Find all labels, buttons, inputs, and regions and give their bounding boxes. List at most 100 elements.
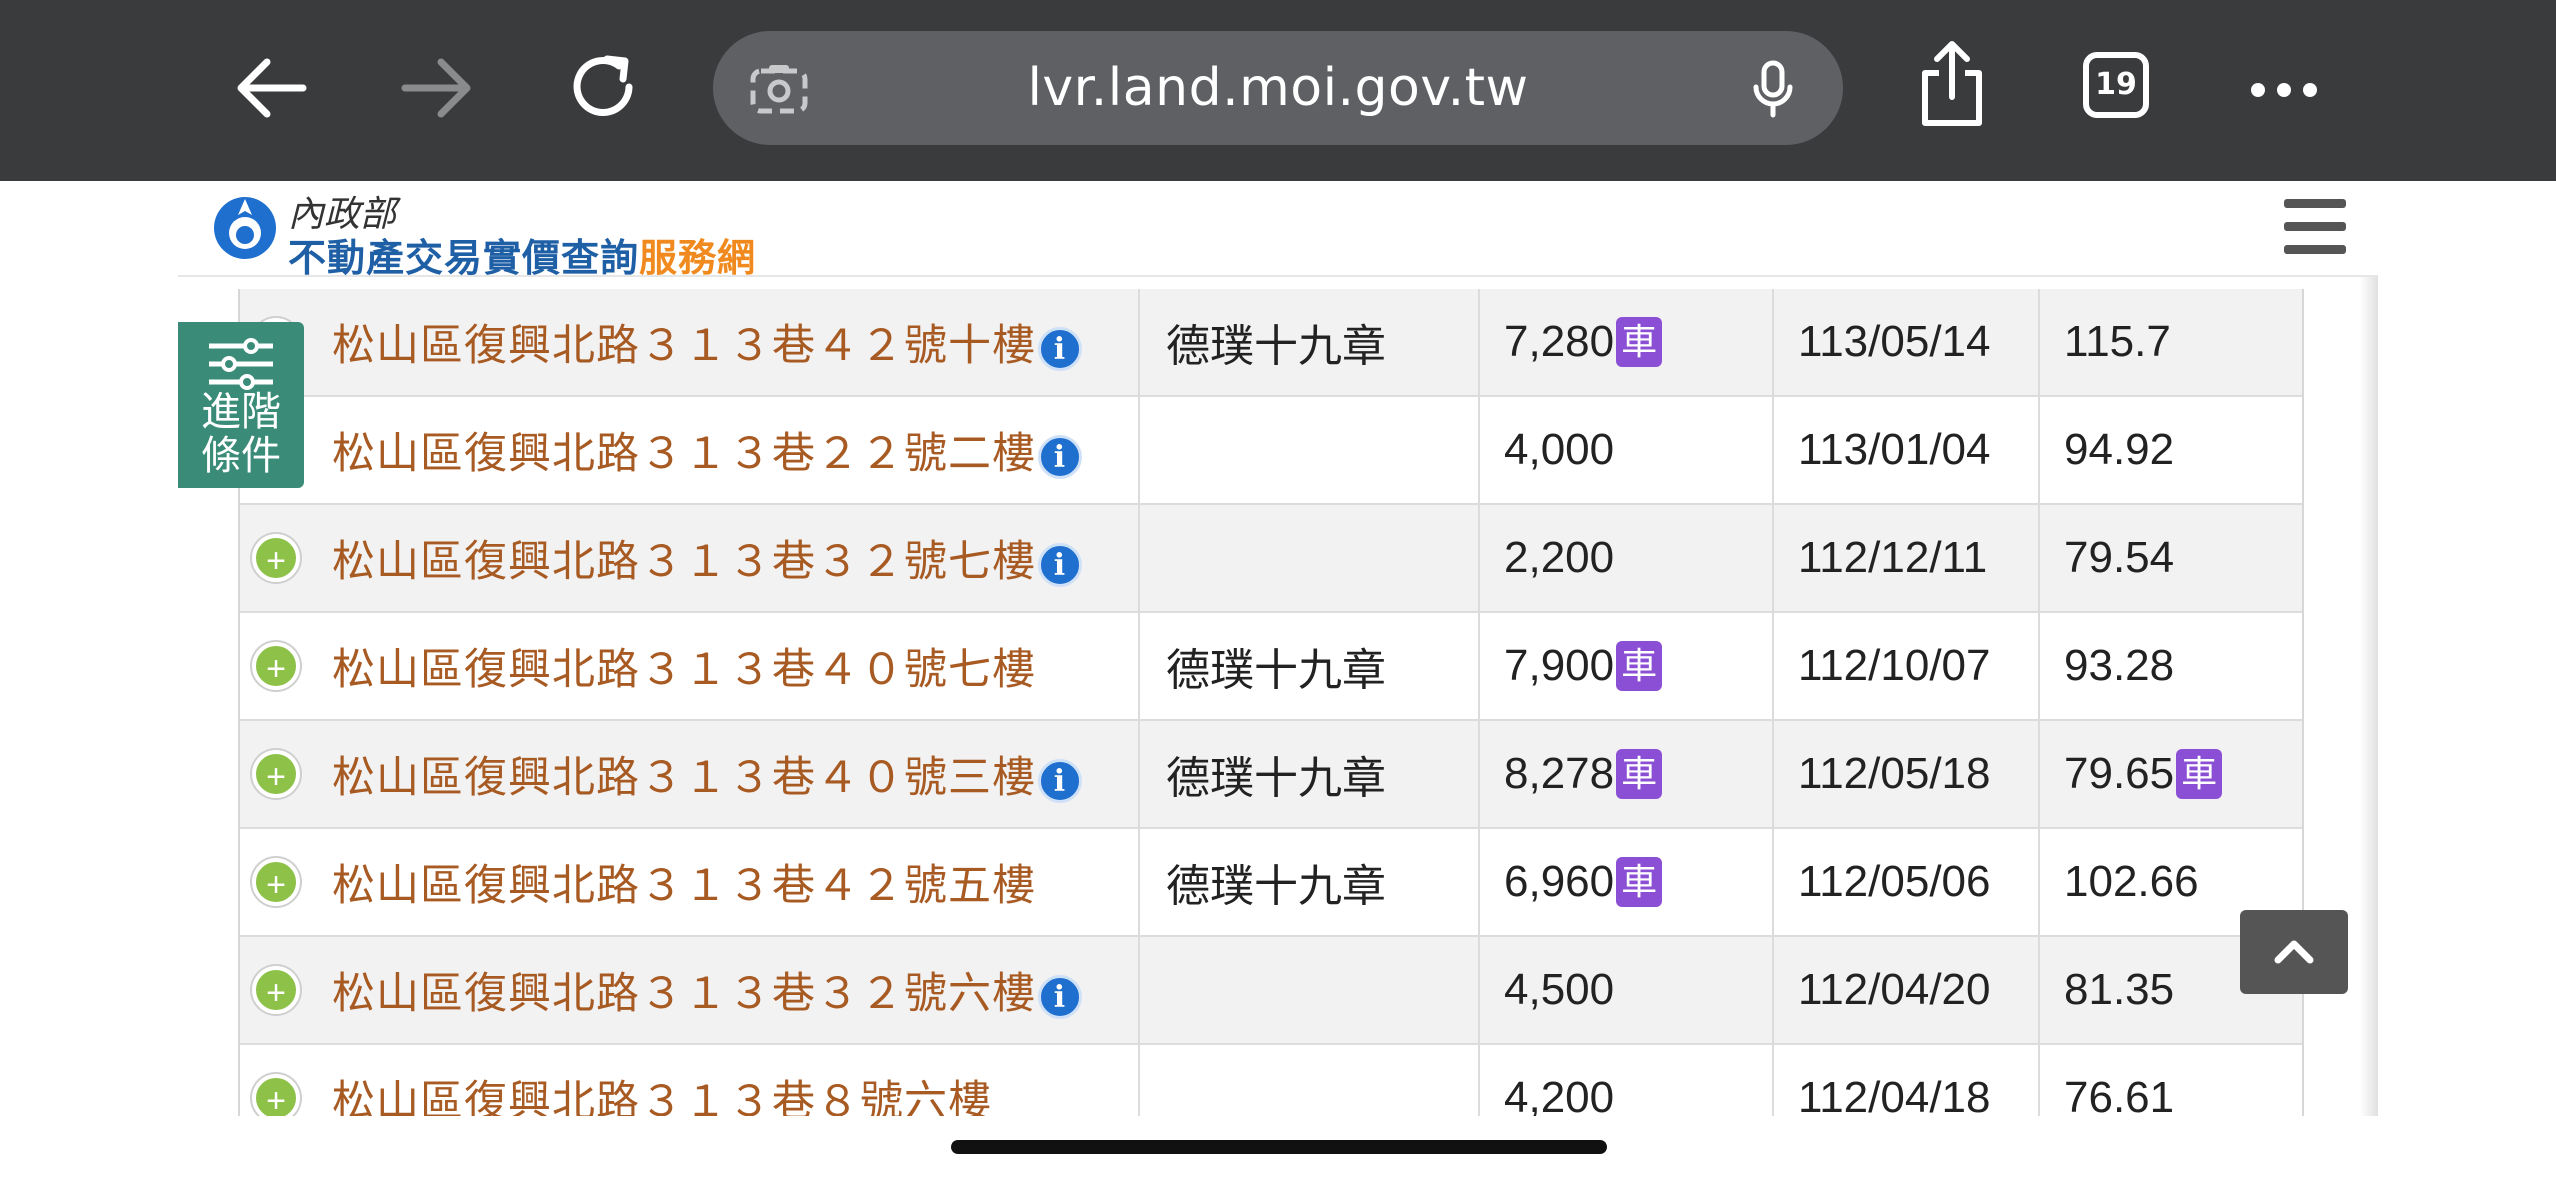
advanced-filter-button[interactable]: 進階 條件	[178, 322, 304, 488]
address-text[interactable]: 松山區復興北路３１３巷４２號十樓	[332, 322, 1036, 370]
transaction-date: 112/12/11	[1798, 533, 1988, 582]
reload-icon[interactable]	[562, 46, 644, 128]
hamburger-menu-icon[interactable]	[2284, 199, 2346, 255]
price-cell: 8,278 車	[1480, 721, 1774, 827]
date-cell: 112/04/18	[1774, 1045, 2040, 1116]
area-cell: 93.28	[2040, 613, 2302, 719]
address-link[interactable]: 松山區復興北路３１３巷８號六樓	[332, 1067, 992, 1116]
total-price: 8,278	[1504, 749, 1615, 798]
address-text[interactable]: 松山區復興北路３１３巷８號六樓	[332, 1078, 992, 1116]
ministry-logo-icon[interactable]	[212, 195, 278, 266]
community-name: 德璞十九章	[1166, 322, 1386, 371]
info-icon[interactable]: i	[1038, 434, 1082, 479]
address-text[interactable]: 松山區復興北路３１３巷４２號五樓	[332, 862, 1036, 910]
floor-area: 81.35	[2064, 965, 2175, 1014]
area-cell: 79.65 車	[2040, 721, 2302, 827]
floor-area: 79.54	[2064, 533, 2175, 582]
transaction-date: 112/10/07	[1798, 641, 1991, 690]
url-text[interactable]: lvr.land.moi.gov.tw	[713, 31, 1843, 145]
address-text[interactable]: 松山區復興北路３１３巷４０號七樓	[332, 646, 1036, 694]
table-row: + 松山區復興北路３１３巷８號六樓 4,200 112/04/18 76.61	[240, 1045, 2302, 1116]
transaction-date: 112/05/18	[1798, 749, 1991, 798]
floor-area: 76.61	[2064, 1073, 2175, 1116]
price-cell: 2,200	[1480, 505, 1774, 611]
address-link[interactable]: 松山區復興北路３１３巷４２號五樓	[332, 851, 1036, 913]
community-name: 德璞十九章	[1166, 862, 1386, 911]
advanced-filter-label-1: 進階	[201, 390, 281, 434]
address-text[interactable]: 松山區復興北路３１３巷２２號二樓	[332, 430, 1036, 478]
address-cell: +松山區復興北路３１３巷２２號二樓i	[240, 397, 1140, 503]
transaction-date: 113/01/04	[1798, 425, 1991, 474]
page-content: 內政部 不動產交易實價查詢服務網 +松山區復興北路３１３巷４２號十樓i德璞十九章…	[178, 181, 2378, 1116]
address-cell: +松山區復興北路３１３巷４２號十樓i	[240, 289, 1140, 395]
total-price: 7,900	[1504, 641, 1615, 690]
community-cell	[1140, 397, 1480, 503]
chevron-up-icon	[2274, 940, 2314, 964]
date-cell: 112/04/20	[1774, 937, 2040, 1043]
table-row: + 松山區復興北路３１３巷３２號七樓 i 2,200 112/12/11 79.54	[240, 505, 2302, 613]
tabs-icon[interactable]: 19	[2083, 52, 2149, 118]
more-icon[interactable]	[2246, 70, 2322, 110]
parking-badge: 車	[1616, 641, 1663, 691]
address-link[interactable]: 松山區復興北路３１３巷４０號三樓 i	[332, 743, 1082, 805]
table-row: +松山區復興北路３１３巷２２號二樓i 4,000 113/01/04 94.92	[240, 397, 2302, 505]
floor-area: 102.66	[2064, 857, 2199, 906]
expand-plus-icon[interactable]: +	[252, 534, 300, 582]
total-price: 4,000	[1504, 425, 1615, 474]
floor-area: 93.28	[2064, 641, 2175, 690]
browser-toolbar: lvr.land.moi.gov.tw 19	[0, 0, 2556, 181]
transaction-table: +松山區復興北路３１３巷４２號十樓i德璞十九章7,280車113/05/1411…	[238, 289, 2304, 1116]
community-name: 德璞十九章	[1166, 646, 1386, 695]
site-title[interactable]: 不動產交易實價查詢服務網	[288, 227, 756, 282]
home-indicator	[951, 1140, 1607, 1154]
transaction-date: 112/04/18	[1798, 1073, 1991, 1116]
address-bar[interactable]: lvr.land.moi.gov.tw	[713, 31, 1843, 145]
address-link[interactable]: 松山區復興北路３１３巷４２號十樓 i	[332, 311, 1082, 373]
expand-plus-icon[interactable]: +	[252, 966, 300, 1014]
address-cell: + 松山區復興北路３１３巷８號六樓	[240, 1045, 1140, 1116]
area-cell: 79.54	[2040, 505, 2302, 611]
table-row: +松山區復興北路３１３巷４２號十樓i 德璞十九章 7,280車 113/05/14 11…	[240, 289, 2302, 397]
expand-plus-icon[interactable]: +	[252, 750, 300, 798]
community-name: 德璞十九章	[1166, 754, 1386, 803]
table-row: + 松山區復興北路３１３巷４２號五樓 德璞十九章 6,960 車 112/05/06 102…	[240, 829, 2302, 937]
address-cell: + 松山區復興北路３１３巷４０號七樓	[240, 613, 1140, 719]
address-link[interactable]: 松山區復興北路３１３巷３２號七樓 i	[332, 527, 1082, 589]
address-text[interactable]: 松山區復興北路３１３巷３２號六樓	[332, 970, 1036, 1018]
back-to-top-button[interactable]	[2240, 910, 2348, 994]
info-icon[interactable]: i	[1038, 758, 1082, 803]
page-edge-shadow	[2360, 181, 2378, 1116]
address-text[interactable]: 松山區復興北路３１３巷３２號七樓	[332, 538, 1036, 586]
date-cell: 113/01/04	[1774, 397, 2040, 503]
date-cell: 112/12/11	[1774, 505, 2040, 611]
price-cell: 7,280 車	[1480, 289, 1774, 395]
address-link[interactable]: 松山區復興北路３１３巷２２號二樓 i	[332, 419, 1082, 481]
address-text[interactable]: 松山區復興北路３１３巷４０號三樓	[332, 754, 1036, 802]
info-icon[interactable]: i	[1038, 326, 1082, 371]
expand-plus-icon[interactable]: +	[252, 858, 300, 906]
address-link[interactable]: 松山區復興北路３１３巷３２號六樓 i	[332, 959, 1082, 1021]
price-cell: 4,000	[1480, 397, 1774, 503]
sliders-icon	[207, 338, 275, 395]
info-icon[interactable]: i	[1038, 974, 1082, 1019]
info-icon[interactable]: i	[1038, 542, 1082, 587]
floor-area: 115.7	[2064, 317, 2171, 366]
expand-plus-icon[interactable]: +	[252, 642, 300, 690]
parking-badge: 車	[1616, 857, 1663, 907]
price-cell: 6,960 車	[1480, 829, 1774, 935]
area-cell: 94.92	[2040, 397, 2302, 503]
back-arrow-icon[interactable]	[230, 52, 312, 124]
expand-plus-icon[interactable]: +	[252, 1074, 300, 1116]
community-cell	[1140, 1045, 1480, 1116]
microphone-icon[interactable]	[1749, 59, 1797, 119]
transaction-date: 113/05/14	[1798, 317, 1991, 366]
address-link[interactable]: 松山區復興北路３１３巷４０號七樓	[332, 635, 1036, 697]
share-icon[interactable]	[1916, 38, 1988, 130]
price-cell: 4,500	[1480, 937, 1774, 1043]
community-cell: 德璞十九章	[1140, 721, 1480, 827]
forward-arrow-icon[interactable]	[396, 52, 478, 124]
table-row: + 松山區復興北路３１３巷４０號三樓 i 德璞十九章 8,278 車 112/05/18 79…	[240, 721, 2302, 829]
total-price: 4,500	[1504, 965, 1615, 1014]
area-cell: 115.7	[2040, 289, 2302, 395]
address-cell: + 松山區復興北路３１３巷４２號五樓	[240, 829, 1140, 935]
